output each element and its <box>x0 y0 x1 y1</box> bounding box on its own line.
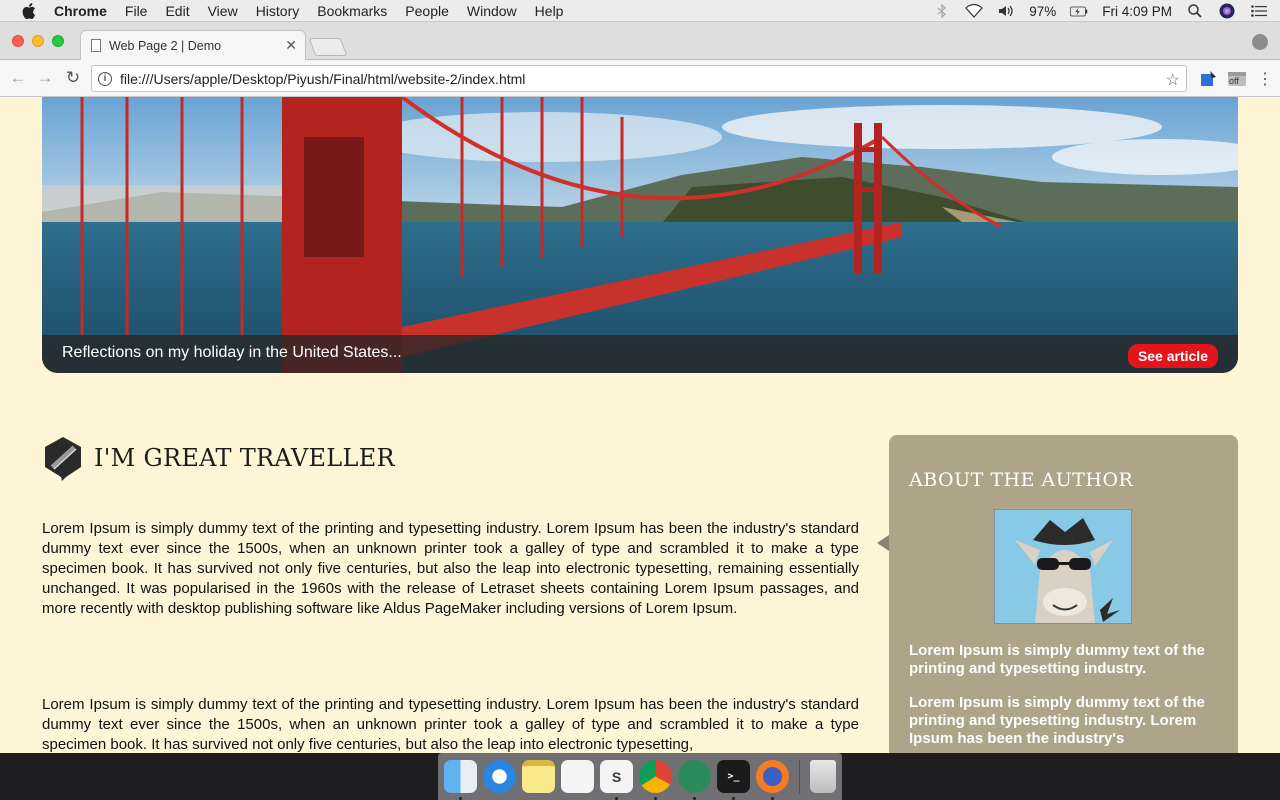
window-minimize-button[interactable] <box>32 35 44 47</box>
sidebar-text-2: Lorem Ipsum is simply dummy text of the … <box>909 694 1205 747</box>
clock[interactable]: Fri 4:09 PM <box>1102 4 1172 19</box>
author-avatar <box>994 509 1132 624</box>
window-close-button[interactable] <box>12 35 24 47</box>
menu-help[interactable]: Help <box>535 3 564 19</box>
see-article-button[interactable]: See article <box>1127 344 1218 368</box>
volume-icon[interactable] <box>997 4 1015 18</box>
site-info-icon[interactable]: i <box>98 71 112 86</box>
menu-history[interactable]: History <box>256 3 300 19</box>
profile-avatar-icon[interactable] <box>1252 34 1268 50</box>
page-heading: I'M GREAT TRAVELLER <box>94 444 395 472</box>
bookmark-star-icon[interactable]: ☆ <box>1166 70 1180 90</box>
menu-people[interactable]: People <box>405 3 449 19</box>
siri-icon[interactable] <box>1218 3 1236 19</box>
menu-window[interactable]: Window <box>467 3 517 19</box>
hero-image <box>42 97 1238 373</box>
bluetooth-icon[interactable] <box>933 4 951 18</box>
firefox-icon[interactable] <box>756 760 789 800</box>
safari-icon[interactable] <box>483 760 516 793</box>
spotlight-search-icon[interactable] <box>1186 4 1204 18</box>
macos-menu-bar: Chrome File Edit View History Bookmarks … <box>0 0 1280 22</box>
about-author-sidebar: ABOUT THE AUTHOR Lorem Ipsum is simply d… <box>889 435 1238 753</box>
trash-icon[interactable] <box>810 760 836 793</box>
extension-off-icon[interactable]: off <box>1227 69 1246 87</box>
macos-dock: S >_ <box>438 753 842 800</box>
battery-percentage: 97% <box>1029 3 1057 19</box>
sidebar-pointer-arrow <box>877 535 889 551</box>
menu-chrome[interactable]: Chrome <box>54 3 107 19</box>
sidebar-text-1: Lorem Ipsum is simply dummy text of the … <box>909 642 1205 677</box>
apple-menu-icon[interactable] <box>20 2 38 19</box>
finder-icon[interactable] <box>444 760 477 800</box>
section-heading: I'M GREAT TRAVELLER <box>42 435 395 481</box>
reload-icon[interactable]: ↻ <box>63 68 83 88</box>
forward-arrow-icon[interactable]: → <box>35 68 55 88</box>
web-page: Reflections on my holiday in the United … <box>0 97 1280 753</box>
browser-tab-strip: Web Page 2 | Demo ✕ <box>0 22 1280 60</box>
terminal-icon[interactable]: >_ <box>717 760 750 800</box>
menu-edit[interactable]: Edit <box>165 3 189 19</box>
body-paragraph-1: Lorem Ipsum is simply dummy text of the … <box>42 520 859 617</box>
hero-caption: Reflections on my holiday in the United … <box>62 344 402 361</box>
notes-icon[interactable] <box>522 760 555 793</box>
body-paragraph-2: Lorem Ipsum is simply dummy text of the … <box>42 696 859 753</box>
menu-file[interactable]: File <box>125 3 148 19</box>
hero-caption-bar: Reflections on my holiday in the United … <box>42 335 1238 373</box>
battery-charging-icon[interactable] <box>1070 4 1088 18</box>
dock-separator <box>799 759 800 794</box>
notification-center-icon[interactable] <box>1250 4 1268 18</box>
menubar-status-area: 97% Fri 4:09 PM <box>933 0 1268 22</box>
sidebar-title: ABOUT THE AUTHOR <box>909 469 1134 491</box>
window-zoom-button[interactable] <box>52 35 64 47</box>
new-tab-button[interactable] <box>308 38 348 56</box>
wifi-icon[interactable] <box>965 4 984 18</box>
browser-toolbar: ← → ↻ i file:///Users/apple/Desktop/Piyu… <box>0 60 1280 97</box>
tab-close-icon[interactable]: ✕ <box>285 37 297 54</box>
browser-tab-active[interactable]: Web Page 2 | Demo ✕ <box>80 30 306 60</box>
page-favicon-icon <box>91 39 101 52</box>
menu-bookmarks[interactable]: Bookmarks <box>317 3 387 19</box>
hero-banner: Reflections on my holiday in the United … <box>42 97 1238 373</box>
menu-view[interactable]: View <box>208 3 238 19</box>
url-text[interactable]: file:///Users/apple/Desktop/Piyush/Final… <box>120 71 525 87</box>
chrome-menu-icon[interactable]: ⋮ <box>1256 69 1274 88</box>
compass-badge-icon <box>45 437 81 481</box>
tab-title: Web Page 2 | Demo <box>109 38 222 53</box>
extension-off-badge: off <box>1229 76 1239 86</box>
back-arrow-icon[interactable]: ← <box>8 68 28 88</box>
atom-icon[interactable] <box>678 760 711 800</box>
address-bar[interactable]: i file:///Users/apple/Desktop/Piyush/Fin… <box>91 65 1187 92</box>
slack-icon[interactable]: S <box>600 760 633 800</box>
reminders-icon[interactable] <box>561 760 594 793</box>
chrome-icon[interactable] <box>639 760 672 800</box>
extension-icon[interactable] <box>1200 69 1218 87</box>
